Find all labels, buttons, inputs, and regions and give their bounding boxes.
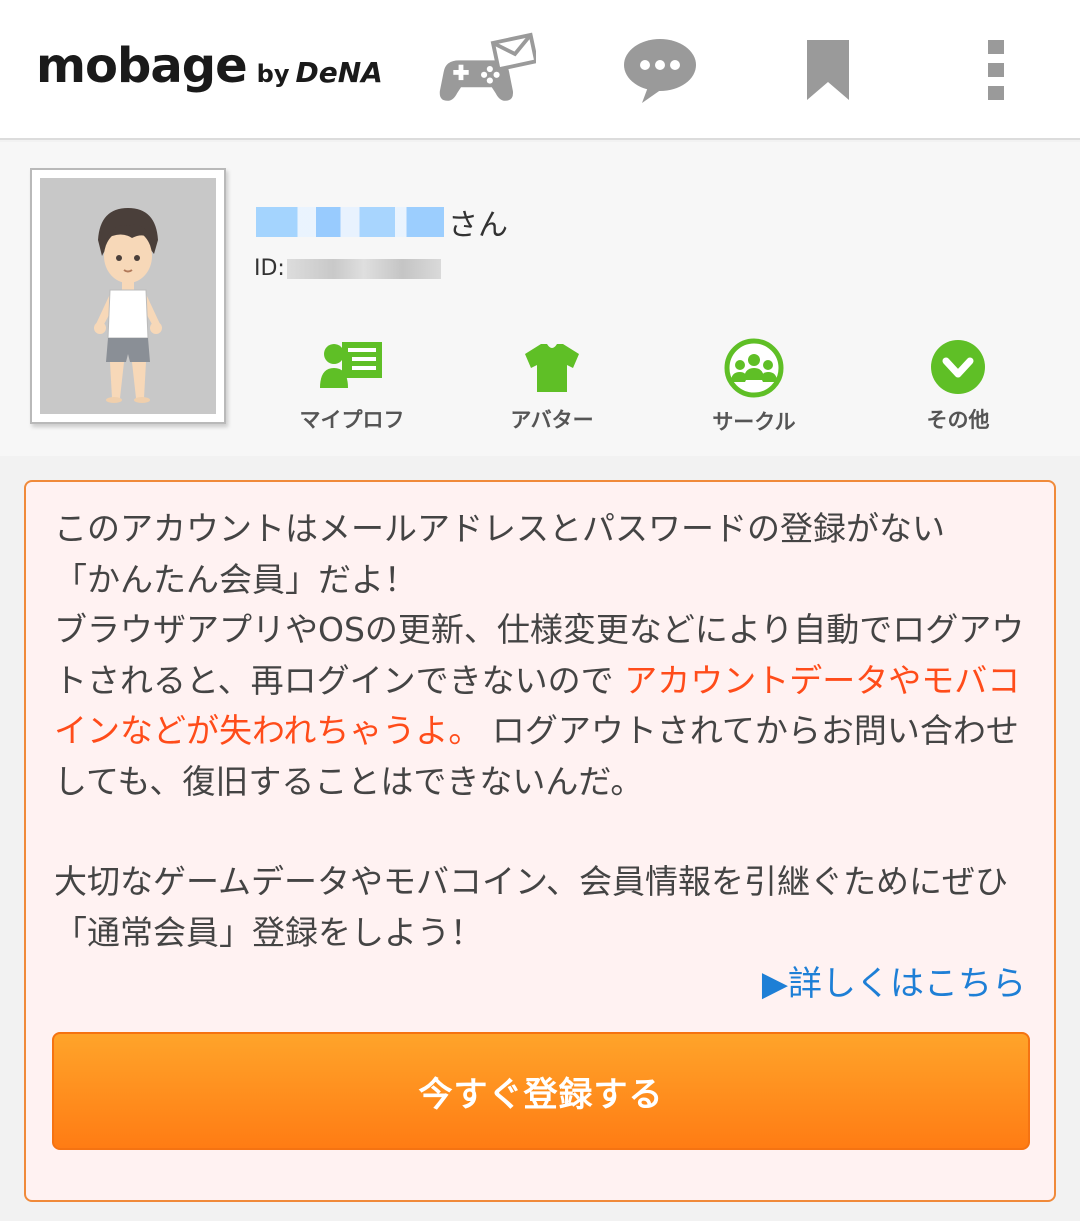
user-id-blurred [286,258,441,279]
menu-label-avatar: アバター [510,408,594,432]
menu-label-circle: サークル [712,410,796,434]
avatar-shirt-icon [525,344,579,392]
avatar-background [40,178,216,414]
bookmark-icon[interactable] [778,28,878,112]
username-blurred [256,207,444,237]
menu-other[interactable]: その他 [888,338,1028,434]
app-header: mobage by DeNA [0,0,1080,140]
avatar[interactable] [30,168,226,424]
menu-circle[interactable]: サークル [684,338,824,436]
notice-line: このアカウントはメールアドレスとパスワードの登録がない 「かんたん会員」だよ！ [54,504,1034,605]
profile-section: さん ID: マイプロフ アバター サークル その他 [0,142,1080,456]
menu-my-profile[interactable]: マイプロフ [282,338,422,434]
register-now-button[interactable]: 今すぐ登録する [52,1032,1030,1150]
notice-paragraph-2: ブラウザアプリやOSの更新、仕様変更などにより自動でログアウトされると、再ログイ… [54,605,1034,807]
gamepad-mail-icon[interactable] [436,28,536,112]
menu-label-my-profile: マイプロフ [299,408,405,432]
my-profile-icon [320,342,382,388]
avatar-figure-icon [94,208,162,403]
easy-member-notice: このアカウントはメールアドレスとパスワードの登録がない 「かんたん会員」だよ！ … [24,480,1056,1202]
logo-wordmark: mobage [36,38,248,94]
notice-text-1b: 「かんたん会員」だよ！ [54,559,417,599]
notice-text-1a: このアカウントはメールアドレスとパスワードの登録がない [54,509,945,548]
more-vertical-icon[interactable] [946,28,1046,112]
notice-text: このアカウントはメールアドレスとパスワードの登録がない 「かんたん会員」だよ！ … [54,504,1034,958]
logo-by: by [256,60,290,88]
circle-group-icon [724,338,784,398]
chevron-down-icon [931,340,985,394]
username: さん [256,200,508,244]
menu-label-other: その他 [926,408,990,432]
logo-brand: DeNA [295,56,383,89]
notice-paragraph-3: 大切なゲームデータやモバコイン、会員情報を引継ぐためにぜひ「通常会員」登録をしよ… [54,857,1034,958]
details-link[interactable]: ▶詳しくはこちら [762,956,1026,1005]
user-id: ID: [254,256,441,281]
chat-bubble-icon[interactable] [610,28,710,112]
notice-text-3: 大切なゲームデータやモバコイン、会員情報を引継ぐためにぜひ「通常会員」登録をしよ… [54,862,1009,952]
name-suffix: さん [448,208,508,243]
id-label: ID: [254,256,285,281]
menu-avatar[interactable]: アバター [482,338,622,434]
mobage-logo[interactable]: mobage by DeNA [36,38,383,94]
